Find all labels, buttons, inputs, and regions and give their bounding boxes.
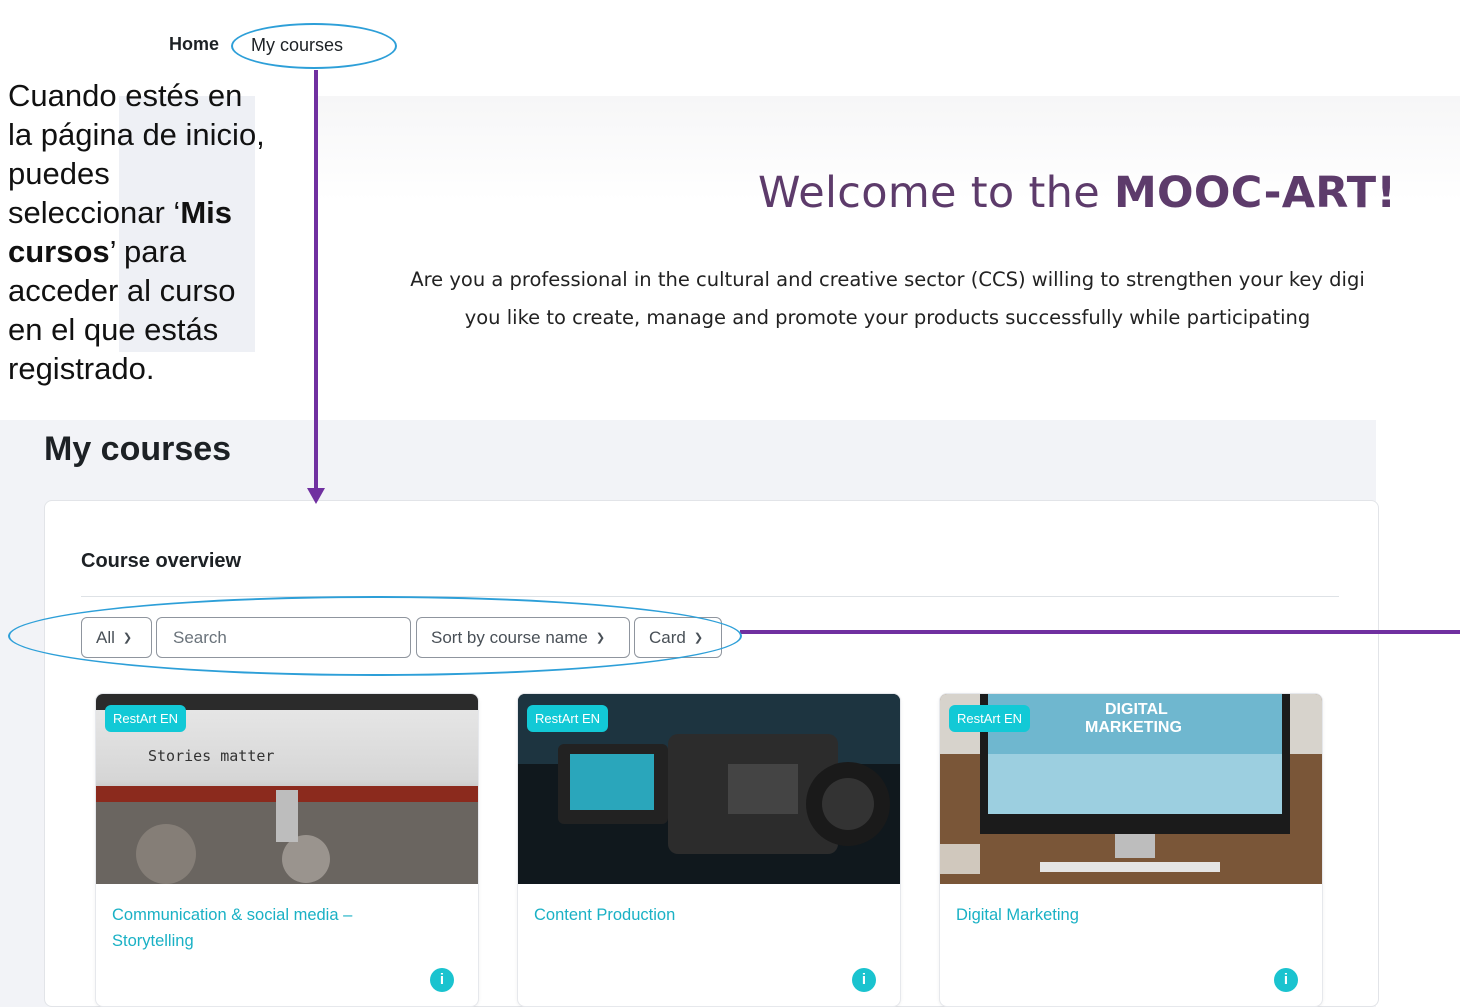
info-icon[interactable]: i <box>1274 968 1298 992</box>
course-card[interactable]: DIGITAL MARKETING RestArt EN Digital Mar… <box>939 693 1323 1007</box>
course-category-badge: RestArt EN <box>949 705 1031 732</box>
divider <box>81 596 1339 597</box>
chevron-down-icon: ❯ <box>693 632 704 644</box>
search-input[interactable] <box>171 626 396 649</box>
intro-line-1: Are you a professional in the cultural a… <box>410 268 1365 291</box>
course-category-badge: RestArt EN <box>527 705 609 732</box>
annotation-arrow-horizontal <box>740 630 1460 634</box>
welcome-banner <box>315 96 1460 396</box>
intro-line-2: you like to create, manage and promote y… <box>464 306 1311 329</box>
image-caption-line-1: DIGITAL <box>1105 701 1168 718</box>
image-caption-line-2: MARKETING <box>1085 719 1182 736</box>
chevron-down-icon: ❯ <box>122 632 133 644</box>
grouping-dropdown[interactable]: All ❯ <box>81 617 152 658</box>
course-category-badge: RestArt EN <box>105 705 187 732</box>
course-card[interactable]: RestArt EN Content Production i <box>517 693 901 1007</box>
annotation-arrow-head <box>307 488 325 504</box>
nav-home-link[interactable]: Home <box>169 34 219 55</box>
course-name-link[interactable]: Content Production <box>534 902 834 928</box>
annotation-arrow-line <box>314 70 318 490</box>
course-name-link[interactable]: Communication & social media – Storytell… <box>112 902 412 954</box>
grouping-label: All <box>96 627 115 647</box>
search-field[interactable] <box>156 617 411 658</box>
info-icon[interactable]: i <box>430 968 454 992</box>
course-card[interactable]: Stories matter RestArt EN Communication … <box>95 693 479 1007</box>
sort-dropdown[interactable]: Sort by course name ❯ <box>416 617 630 658</box>
intro-text: Are you a professional in the cultural a… <box>315 261 1460 337</box>
view-label: Card <box>649 627 686 647</box>
page-title: My courses <box>44 430 232 468</box>
view-dropdown[interactable]: Card ❯ <box>634 617 722 658</box>
course-overview-title: Course overview <box>81 550 242 572</box>
welcome-heading: Welcome to the MOOC-ART! <box>758 168 1397 218</box>
course-name-link[interactable]: Digital Marketing <box>956 902 1256 928</box>
info-icon[interactable]: i <box>852 968 876 992</box>
highlight-ellipse-nav <box>231 23 397 69</box>
sort-label: Sort by course name <box>431 627 588 647</box>
annotation-note: Cuando estés en la página de inicio, pue… <box>8 78 265 386</box>
chevron-down-icon: ❯ <box>595 632 606 644</box>
image-caption: Stories matter <box>148 747 274 765</box>
